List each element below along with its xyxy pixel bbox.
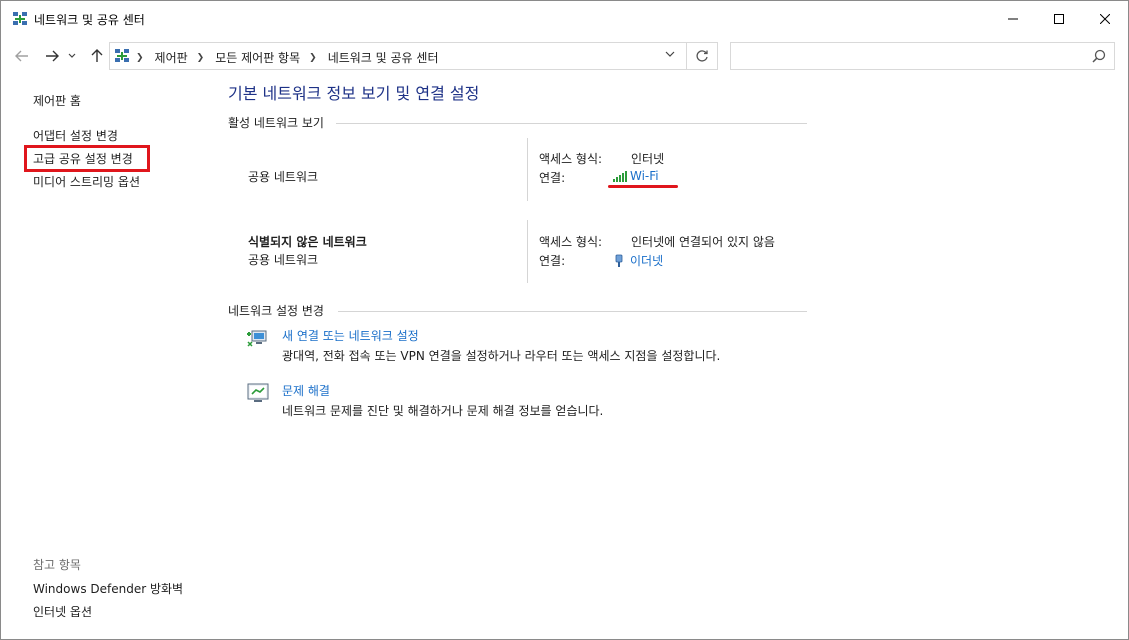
network-divider — [527, 220, 528, 283]
search-box[interactable] — [730, 42, 1115, 70]
breadcrumb-all-items[interactable]: 모든 제어판 항목 — [215, 49, 300, 66]
task-desc-troubleshoot: 네트워크 문제를 진단 및 해결하거나 문제 해결 정보를 얻습니다. — [282, 404, 604, 418]
chevron-right-icon[interactable]: ❯ — [136, 53, 144, 63]
forward-arrow-icon[interactable] — [41, 45, 63, 67]
network-1-access-value: 인터넷 — [631, 152, 665, 166]
network-center-icon — [12, 11, 28, 27]
sidebar-link-media-streaming[interactable]: 미디어 스트리밍 옵션 — [33, 173, 140, 190]
breadcrumb: ❯ 제어판 ❯ 모든 제어판 항목 ❯ 네트워크 및 공유 센터 — [134, 49, 439, 66]
chevron-right-icon[interactable]: ❯ — [197, 53, 205, 63]
search-icon[interactable] — [1092, 49, 1106, 63]
wifi-signal-icon — [612, 169, 628, 183]
wifi-connection-link[interactable]: Wi-Fi — [612, 169, 659, 183]
network-2-category: 공용 네트워크 — [248, 253, 319, 267]
see-also-heading: 참고 항목 — [33, 558, 81, 572]
search-input[interactable] — [737, 47, 1077, 65]
left-task-pane: 제어판 홈 어댑터 설정 변경 고급 공유 설정 변경 미디어 스트리밍 옵션 … — [1, 73, 201, 639]
sidebar-link-adapter-settings[interactable]: 어댑터 설정 변경 — [33, 127, 118, 144]
page-title: 기본 네트워크 정보 보기 및 연결 설정 — [228, 84, 480, 103]
section-divider — [336, 123, 807, 124]
network-1-connection-label: 연결: — [539, 171, 566, 185]
maximize-button[interactable] — [1036, 1, 1082, 37]
address-dropdown-chevron-icon[interactable] — [663, 49, 677, 63]
active-networks-heading: 활성 네트워크 보기 — [228, 116, 324, 130]
close-button[interactable] — [1082, 1, 1128, 37]
wifi-connection-label[interactable]: Wi-Fi — [630, 169, 659, 183]
network-sharing-center-window: 네트워크 및 공유 센터 ❯ 제어판 ❯ 모든 제어판 항목 ❯ 네트워크 및 … — [0, 0, 1129, 640]
breadcrumb-control-panel[interactable]: 제어판 — [155, 49, 188, 66]
red-underline — [608, 185, 678, 188]
back-arrow-icon[interactable] — [11, 45, 33, 67]
sidebar-link-internet-options[interactable]: 인터넷 옵션 — [33, 603, 92, 620]
new-connection-icon[interactable] — [246, 327, 270, 349]
chevron-right-icon[interactable]: ❯ — [309, 53, 317, 63]
network-1-access-label: 액세스 형식: — [539, 152, 603, 166]
section-divider — [338, 311, 807, 312]
refresh-button[interactable] — [686, 42, 718, 70]
task-desc-new-connection: 광대역, 전화 접속 또는 VPN 연결을 설정하거나 라우터 또는 액세스 지… — [282, 349, 721, 363]
network-2-connection-label: 연결: — [539, 254, 566, 268]
network-1-category: 공용 네트워크 — [248, 170, 319, 184]
title-bar[interactable]: 네트워크 및 공유 센터 — [1, 1, 1128, 38]
minimize-button[interactable] — [990, 1, 1036, 37]
network-center-icon — [114, 48, 130, 64]
network-2-name: 식별되지 않은 네트워크 — [248, 235, 367, 249]
task-link-troubleshoot[interactable]: 문제 해결 — [282, 382, 330, 399]
troubleshoot-icon[interactable] — [246, 382, 270, 404]
change-settings-heading: 네트워크 설정 변경 — [228, 304, 324, 318]
sidebar-link-control-panel-home[interactable]: 제어판 홈 — [33, 92, 81, 109]
navigation-bar: ❯ 제어판 ❯ 모든 제어판 항목 ❯ 네트워크 및 공유 센터 — [1, 39, 1128, 73]
sidebar-link-advanced-sharing[interactable]: 고급 공유 설정 변경 — [33, 150, 133, 167]
task-link-new-connection[interactable]: 새 연결 또는 네트워크 설정 — [282, 327, 419, 344]
up-arrow-icon[interactable] — [86, 45, 108, 67]
network-2-access-value: 인터넷에 연결되어 있지 않음 — [631, 235, 775, 249]
breadcrumb-network-center[interactable]: 네트워크 및 공유 센터 — [328, 49, 439, 66]
network-2-access-label: 액세스 형식: — [539, 235, 603, 249]
ethernet-connection-label[interactable]: 이더넷 — [630, 252, 663, 269]
network-divider — [527, 138, 528, 201]
ethernet-plug-icon — [612, 254, 628, 268]
address-bar[interactable]: ❯ 제어판 ❯ 모든 제어판 항목 ❯ 네트워크 및 공유 센터 — [109, 42, 687, 70]
refresh-icon — [695, 50, 708, 62]
ethernet-connection-link[interactable]: 이더넷 — [612, 252, 663, 269]
sidebar-link-defender-firewall[interactable]: Windows Defender 방화벽 — [33, 580, 183, 597]
recent-locations-chevron-icon[interactable] — [65, 45, 79, 67]
window-title: 네트워크 및 공유 센터 — [34, 13, 145, 27]
